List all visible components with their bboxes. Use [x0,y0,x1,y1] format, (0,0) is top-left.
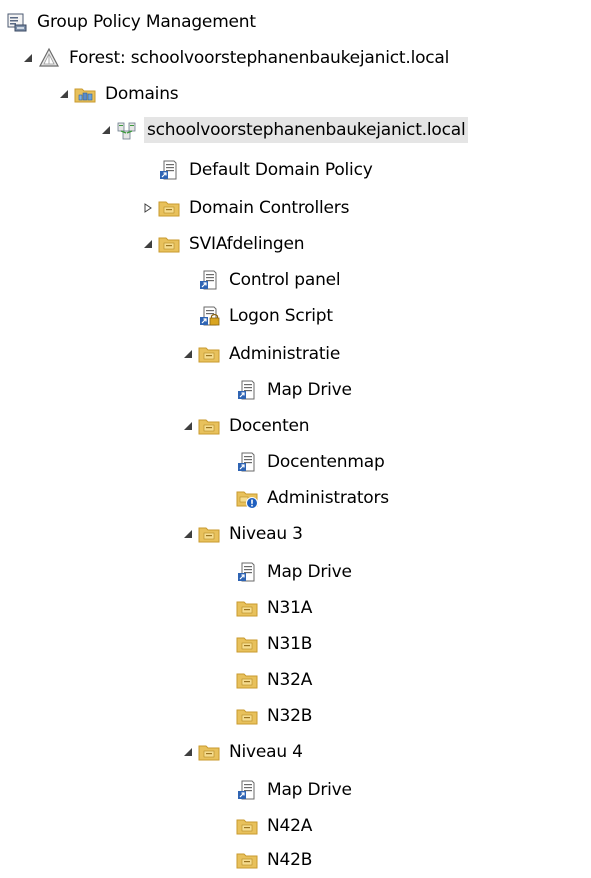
tree-node-label: Map Drive [267,380,352,400]
tree-node-niveau-4-map-drive[interactable]: Map Drive [218,772,355,808]
tree-node-label: N31B [267,634,313,654]
tree-node-svi-logon-script[interactable]: Logon Script [180,298,336,334]
tree-node-label: Control panel [229,270,341,290]
tree-node-n31b[interactable]: N31B [218,626,315,662]
tree-node-label: schoolvoorstephanenbaukejanict.local [144,117,469,143]
tree-node-label: Niveau 4 [229,742,303,762]
gpo-link-icon [236,451,258,473]
tree-node-label: Domains [105,84,179,104]
ou-folder-icon [236,849,258,871]
ou-folder-icon [198,415,220,437]
tree-node-label: N32B [267,706,313,726]
ou-folder-icon [236,633,258,655]
expand-triangle-icon[interactable] [180,526,196,542]
expand-triangle-icon[interactable] [180,744,196,760]
tree-node-label: N42B [267,850,313,870]
ou-folder-icon [236,815,258,837]
tree-node-label: N42A [267,816,313,836]
expand-triangle-icon[interactable] [56,86,72,102]
gpo-link-locked-icon [198,305,220,327]
tree-node-group-policy-management[interactable]: Group Policy Management [6,4,259,40]
tree-node-label: N32A [267,670,313,690]
tree-node-default-domain-policy[interactable]: Default Domain Policy [140,152,376,188]
tree-node-domains[interactable]: Domains [56,76,181,112]
ou-folder-icon [198,741,220,763]
tree-node-docenten-administrators[interactable]: Administrators [218,480,392,516]
tree-node-label: Administratie [229,344,341,364]
tree-node-label: Map Drive [267,562,352,582]
tree-node-niveau-3-map-drive[interactable]: Map Drive [218,554,355,590]
tree-node-label: N31A [267,598,313,618]
ou-folder-icon [158,197,180,219]
gpo-link-icon [236,561,258,583]
tree-node-domain[interactable]: schoolvoorstephanenbaukejanict.local [98,112,469,148]
ou-folder-icon [236,597,258,619]
tree-node-svi-control-panel[interactable]: Control panel [180,262,343,298]
tree-node-forest[interactable]: Forest: schoolvoorstephanenbaukejanict.l… [20,40,452,76]
tree-node-label: Default Domain Policy [189,160,373,180]
tree-node-n31a[interactable]: N31A [218,590,315,626]
tree-node-label: Domain Controllers [189,198,350,218]
expand-triangle-icon[interactable] [180,418,196,434]
ou-blocked-inheritance-icon [236,487,258,509]
tree-node-label: Forest: schoolvoorstephanenbaukejanict.l… [69,48,450,68]
tree-node-label: Group Policy Management [37,12,256,32]
gpo-link-icon [158,159,180,181]
tree-node-label: Administrators [267,488,389,508]
expand-triangle-icon[interactable] [140,236,156,252]
tree-node-n42a[interactable]: N42A [218,808,315,844]
tree-node-label: Docenten [229,416,310,436]
tree-node-niveau-3[interactable]: Niveau 3 [180,516,306,552]
tree-node-docenten[interactable]: Docenten [180,408,312,444]
tree-node-label: SVIAfdelingen [189,234,305,254]
ou-folder-icon [236,669,258,691]
collapse-triangle-icon[interactable] [140,200,156,216]
gpo-link-icon [198,269,220,291]
tree-node-administratie[interactable]: Administratie [180,336,343,372]
forest-icon [38,47,60,69]
domain-icon [116,119,138,141]
ou-folder-icon [158,233,180,255]
tree-node-label: Map Drive [267,780,352,800]
tree-node-docenten-docentenmap[interactable]: Docentenmap [218,444,388,480]
ou-folder-icon [236,705,258,727]
tree-node-n32a[interactable]: N32A [218,662,315,698]
gpo-link-icon [236,379,258,401]
ou-folder-icon [198,523,220,545]
gpo-link-icon [236,779,258,801]
tree-node-sviafdelingen[interactable]: SVIAfdelingen [140,226,307,262]
expand-triangle-icon[interactable] [20,50,36,66]
gpm-console-icon [6,11,28,33]
expand-triangle-icon[interactable] [98,122,114,138]
tree-node-label: Docentenmap [267,452,385,472]
expand-triangle-icon[interactable] [180,346,196,362]
tree-node-label: Niveau 3 [229,524,303,544]
tree-node-domain-controllers[interactable]: Domain Controllers [140,190,352,226]
tree-node-label: Logon Script [229,306,333,326]
domains-folder-icon [74,83,96,105]
tree-node-n32b[interactable]: N32B [218,698,315,734]
tree-node-n42b[interactable]: N42B [218,842,315,878]
tree-node-niveau-4[interactable]: Niveau 4 [180,734,306,770]
tree-node-administratie-map-drive[interactable]: Map Drive [218,372,355,408]
ou-folder-icon [198,343,220,365]
